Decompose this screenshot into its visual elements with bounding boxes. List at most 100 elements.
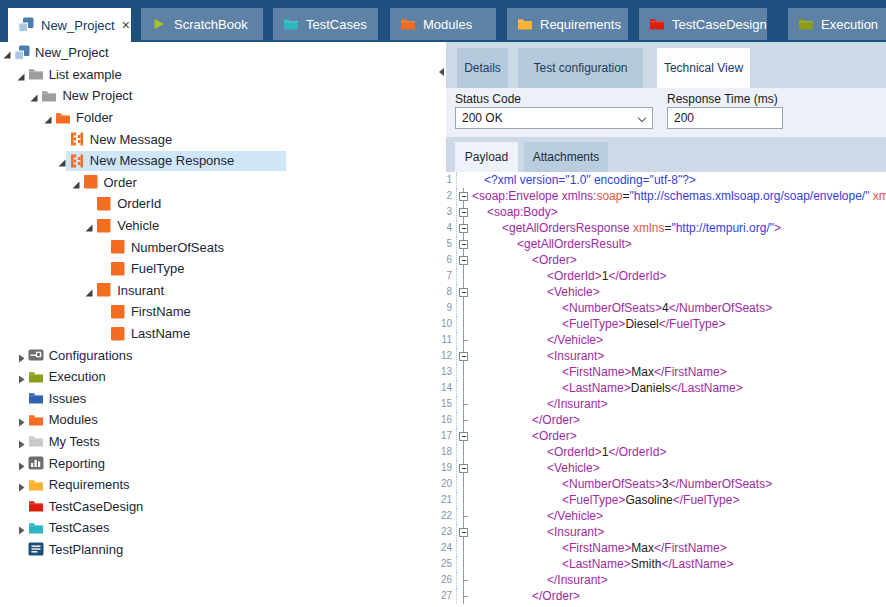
document-tab-execution[interactable]: Execution	[788, 8, 886, 40]
tree-collapsed-icon[interactable]	[16, 414, 27, 425]
line-number: 7	[441, 268, 457, 284]
panel-tab-test-configuration[interactable]: Test configuration	[518, 48, 643, 88]
project-icon	[14, 45, 30, 61]
code-text: <?xml version="1.0" encoding="utf-8"?>	[471, 172, 696, 188]
tree-item-orderid[interactable]: OrderId	[0, 193, 437, 215]
tree-collapsed-icon[interactable]	[16, 479, 27, 490]
line-number: 25	[441, 556, 457, 572]
code-line: 16</Order>	[441, 412, 886, 428]
code-text: </Insurant>	[471, 572, 608, 588]
tree-item-label: Modules	[49, 412, 98, 427]
tree-collapsed-icon[interactable]	[16, 371, 27, 382]
configurations-icon	[28, 347, 44, 363]
document-tab-label: ScratchBook	[174, 17, 248, 32]
tree-item-testplanning[interactable]: TestPlanning	[0, 539, 437, 561]
folder-red-icon	[28, 498, 44, 514]
tree-item-my-tests[interactable]: My Tests	[0, 431, 437, 453]
folder-olive-icon	[28, 369, 44, 385]
tree-item-new-project[interactable]: New Project	[0, 85, 437, 107]
tree-item-vehicle[interactable]: Vehicle	[0, 215, 437, 237]
line-number: 13	[441, 364, 457, 380]
close-tab-icon[interactable]: ×	[122, 18, 130, 32]
tree-expanded-icon[interactable]	[57, 155, 68, 166]
payload-tab-payload[interactable]: Payload	[455, 142, 518, 172]
fold-guide	[457, 332, 471, 348]
tree-item-order[interactable]: Order	[0, 172, 437, 194]
code-line: 5<getAllOrdersResult>	[441, 236, 886, 252]
fold-collapse-icon[interactable]	[457, 460, 471, 476]
square-orange-icon	[96, 218, 112, 234]
status-code-dropdown[interactable]: 200 OK	[455, 107, 653, 129]
tree-item-new_project[interactable]: New_Project	[0, 42, 437, 64]
fold-collapse-icon[interactable]	[457, 204, 471, 220]
tree-expanded-icon[interactable]	[84, 220, 95, 231]
tree-item-requirements[interactable]: Requirements	[0, 474, 437, 496]
document-tab-scratchbook[interactable]: ScratchBook	[141, 8, 263, 40]
tree-item-issues[interactable]: Issues	[0, 388, 437, 410]
code-text: <FirstName>Max</FirstName>	[471, 364, 727, 380]
code-line: 9 <NumberOfSeats>4</NumberOfSeats>	[441, 300, 886, 316]
payload-tab-attachments[interactable]: Attachments	[524, 142, 608, 172]
tree-item-modules[interactable]: Modules	[0, 409, 437, 431]
square-orange-icon	[110, 261, 126, 277]
tree-expanded-icon[interactable]	[43, 112, 54, 123]
tree-item-firstname[interactable]: FirstName	[0, 301, 437, 323]
document-tab-label: Modules	[423, 17, 472, 32]
code-text: <NumberOfSeats>4</NumberOfSeats>	[471, 300, 772, 316]
code-text: <getAllOrdersResponse xmlns="http://temp…	[471, 220, 781, 236]
code-text: </Vehicle>	[471, 508, 603, 524]
fold-collapse-icon[interactable]	[457, 188, 471, 204]
tree-item-insurant[interactable]: Insurant	[0, 280, 437, 302]
panel-tab-details[interactable]: Details	[457, 48, 508, 88]
code-line: 14<LastName>Daniels</LastName>	[441, 380, 886, 396]
tree-collapsed-icon[interactable]	[16, 458, 27, 469]
document-tab-new_project[interactable]: New_Project×	[8, 8, 131, 42]
tree-item-reporting[interactable]: Reporting	[0, 452, 437, 474]
panel-tab-technical-view[interactable]: Technical View	[657, 48, 750, 88]
tree-item-new-message[interactable]: New Message	[0, 128, 437, 150]
splitter-collapse-icon[interactable]	[439, 68, 444, 76]
tree-collapsed-icon[interactable]	[16, 522, 27, 533]
tree-item-numberofseats[interactable]: NumberOfSeats	[0, 236, 437, 258]
code-text: </Vehicle>	[471, 332, 603, 348]
code-line: 6<Order>	[441, 252, 886, 268]
tree-item-new-message-response[interactable]: New Message Response	[0, 150, 437, 172]
response-time-value: 200	[674, 111, 694, 125]
code-text: <Vehicle>	[471, 460, 600, 476]
tree-item-execution[interactable]: Execution	[0, 366, 437, 388]
fold-collapse-icon[interactable]	[457, 236, 471, 252]
tree-item-lastname[interactable]: LastName	[0, 323, 437, 345]
tree-item-folder[interactable]: Folder	[0, 107, 437, 129]
tree-item-fueltype[interactable]: FuelType	[0, 258, 437, 280]
fold-collapse-icon[interactable]	[457, 348, 471, 364]
code-line: 7<OrderId>1</OrderId>	[441, 268, 886, 284]
fold-collapse-icon[interactable]	[457, 284, 471, 300]
tree-expanded-icon[interactable]	[84, 285, 95, 296]
document-tab-testcases[interactable]: TestCases	[273, 8, 378, 40]
xml-editor[interactable]: 1<?xml version="1.0" encoding="utf-8"?>2…	[441, 172, 886, 607]
line-number: 19	[441, 460, 457, 476]
tree-collapsed-icon[interactable]	[16, 350, 27, 361]
fold-collapse-icon[interactable]	[457, 252, 471, 268]
fold-collapse-icon[interactable]	[457, 220, 471, 236]
document-tab-testcasedesign[interactable]: TestCaseDesign	[639, 8, 767, 40]
fold-collapse-icon[interactable]	[457, 524, 471, 540]
tree-collapsed-icon[interactable]	[16, 436, 27, 447]
response-time-input[interactable]: 200	[667, 107, 783, 129]
tree-item-testcasedesign[interactable]: TestCaseDesign	[0, 495, 437, 517]
document-tab-modules[interactable]: Modules	[390, 8, 496, 40]
tree-item-list-example[interactable]: List example	[0, 64, 437, 86]
tree-expanded-icon[interactable]	[16, 69, 27, 80]
tree-expanded-icon[interactable]	[2, 47, 13, 58]
tree-item-configurations[interactable]: Configurations	[0, 344, 437, 366]
tree-item-testcases[interactable]: TestCases	[0, 517, 437, 539]
code-line: 26</Insurant>	[441, 572, 886, 588]
line-number: 9	[441, 300, 457, 316]
code-text: <Order>	[471, 252, 577, 268]
folder-teal-icon	[283, 16, 299, 32]
tree-expanded-icon[interactable]	[71, 177, 82, 188]
tree-expanded-icon[interactable]	[29, 90, 40, 101]
fold-collapse-icon[interactable]	[457, 428, 471, 444]
document-tab-requirements[interactable]: Requirements	[507, 8, 628, 40]
square-orange-icon	[83, 174, 99, 190]
